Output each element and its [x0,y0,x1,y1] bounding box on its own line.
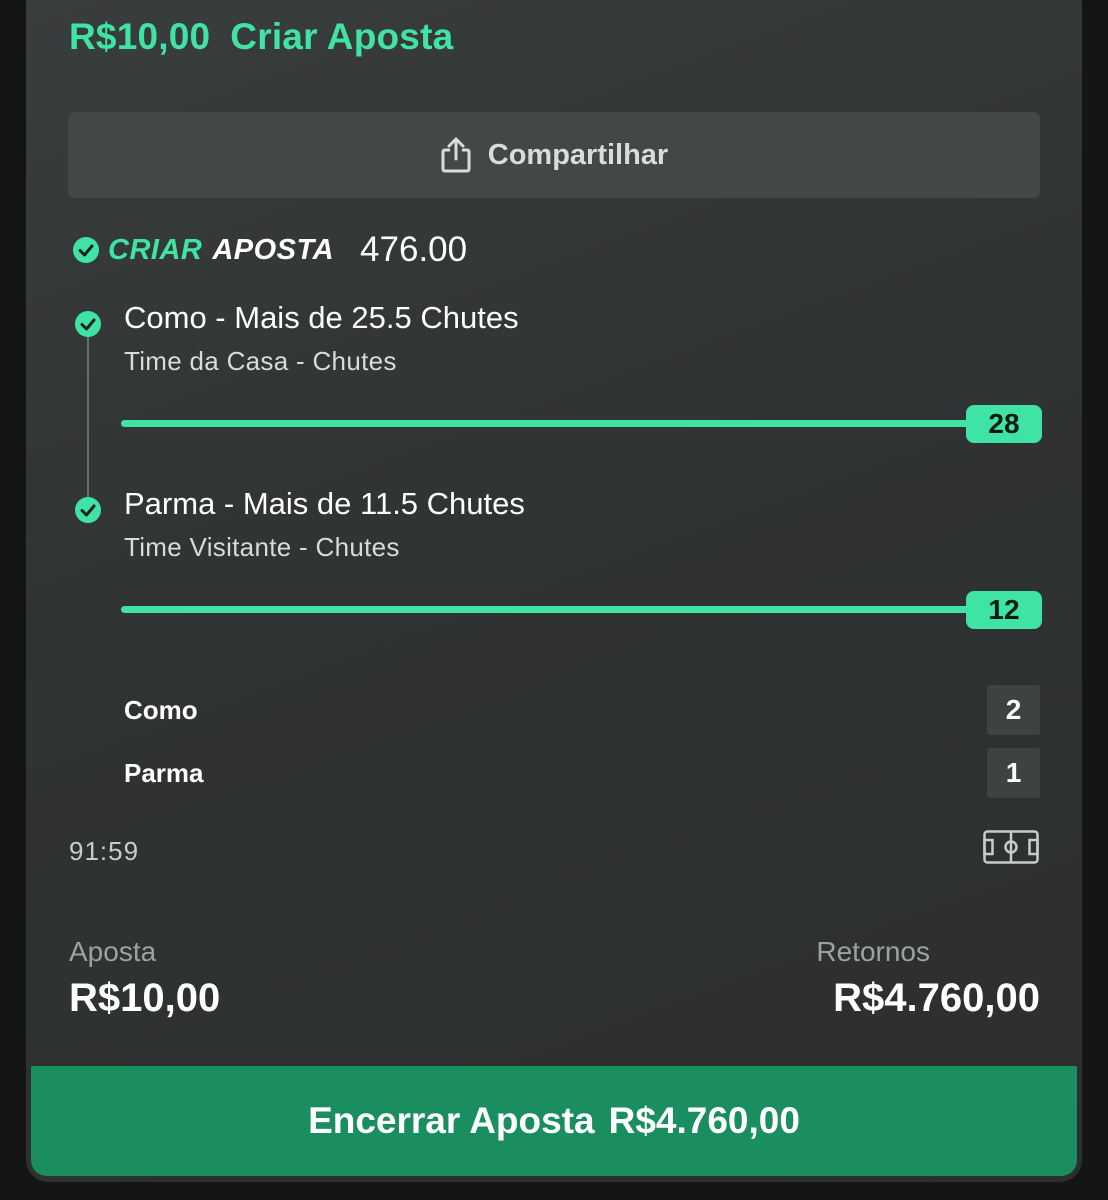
bet-builder-row: CRIAR APOSTA 476.00 [72,228,467,272]
header-stake: R$10,00 [69,16,211,57]
leg-1-progress-bar [121,420,971,427]
stake-label: Aposta [69,936,157,967]
bet-odds: 476.00 [360,230,468,269]
bet-header-title: R$10,00 Criar Aposta [69,16,453,58]
score-team-home: Como [124,695,198,725]
logo-part-criar: CRIAR [108,233,203,266]
legs-timeline-line [87,330,89,510]
score-home: 2 [987,685,1040,735]
leg-1-progress-badge: 28 [966,405,1042,443]
cashout-button[interactable]: Encerrar Aposta R$4.760,00 [31,1066,1077,1176]
stake-value: R$10,00 [69,976,221,1020]
returns-label: Retornos [816,936,930,967]
bet-builder-logo: CRIAR APOSTA [108,234,334,267]
leg-2-progress-fill [121,606,971,613]
cashout-amount: R$4.760,00 [608,1100,800,1141]
leg-2-title: Parma - Mais de 11.5 Chutes [124,486,525,521]
score-away: 1 [987,748,1040,798]
leg-1-progress-fill [121,420,971,427]
match-clock: 91:59 [69,836,140,866]
check-circle-icon [73,237,99,263]
logo-part-aposta: APOSTA [212,233,335,266]
header-title-text: Criar Aposta [230,16,454,57]
leg-2-subtitle: Time Visitante - Chutes [124,532,400,562]
leg-1-check-icon [75,311,101,337]
share-icon [441,137,471,173]
score-team-away: Parma [124,758,204,788]
cashout-label: Encerrar Aposta [308,1100,595,1141]
share-button-label: Compartilhar [487,138,669,171]
returns-value: R$4.760,00 [833,976,1040,1020]
leg-2-progress-bar [121,606,971,613]
pitch-icon[interactable] [983,830,1039,864]
bet-slip-card: R$10,00 Criar Aposta Compartilhar CRIAR AP… [26,0,1082,1182]
share-button[interactable]: Compartilhar [68,112,1040,198]
leg-2-progress-badge: 12 [966,591,1042,629]
leg-1-title: Como - Mais de 25.5 Chutes [124,300,519,335]
leg-2-check-icon [75,497,101,523]
leg-1-subtitle: Time da Casa - Chutes [124,346,397,376]
